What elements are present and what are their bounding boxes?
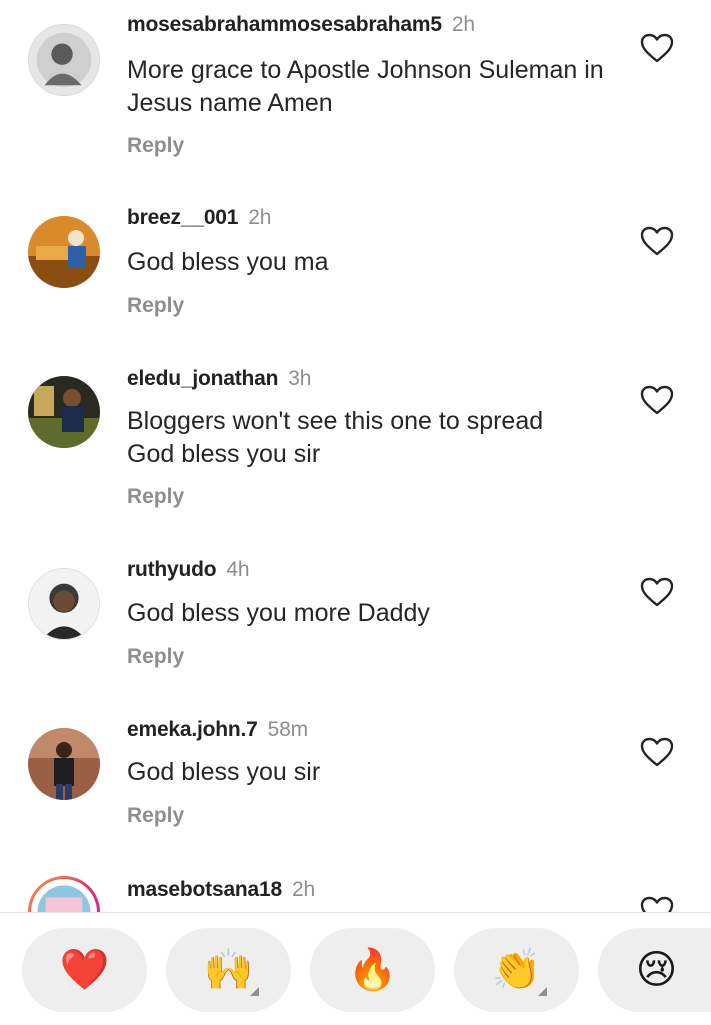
comment-username[interactable]: emeka.john.7 58m <box>127 718 308 742</box>
avatar[interactable] <box>28 876 100 912</box>
comment-username[interactable]: masebotsana18 2h <box>127 878 315 902</box>
comment-text: Bloggers won't see this one to spread Go… <box>127 407 544 468</box>
avatar[interactable] <box>28 568 100 640</box>
reaction-fire-button[interactable]: 🔥 <box>310 928 435 1012</box>
avatar[interactable] <box>28 24 100 96</box>
red-heart-icon: ❤️ <box>59 948 110 992</box>
avatar[interactable] <box>28 216 100 288</box>
reply-button[interactable]: Reply <box>127 804 184 828</box>
like-heart-icon[interactable] <box>640 737 674 767</box>
reply-button[interactable]: Reply <box>127 645 184 669</box>
reaction-clapping-hands-button[interactable]: 👏 <box>454 928 579 1012</box>
quick-reaction-bar: ❤️ 🙌 🔥 👏 😢 <box>0 912 711 1025</box>
comment-time: 2h <box>291 878 315 901</box>
comments-list: mosesabrahammosesabraham5 2h More grace t… <box>0 0 711 912</box>
reply-button[interactable]: Reply <box>127 134 184 158</box>
comment-time: 4h <box>226 558 250 581</box>
comment-text: More grace to Apostle Johnson Suleman in… <box>127 56 604 117</box>
like-heart-icon[interactable] <box>640 896 674 912</box>
reaction-red-heart-button[interactable]: ❤️ <box>22 928 147 1012</box>
like-heart-icon[interactable] <box>640 33 674 63</box>
reaction-crying-face-button[interactable]: 😢 <box>598 928 711 1012</box>
comment-text: God bless you ma <box>127 248 329 276</box>
comment-time: 2h <box>248 206 272 229</box>
comment-text: God bless you sir <box>127 758 321 786</box>
comment-time: 3h <box>288 367 312 390</box>
like-heart-icon[interactable] <box>640 385 674 415</box>
comment-text: God bless you more Daddy <box>127 599 430 627</box>
comment-username[interactable]: breez__001 2h <box>127 206 271 230</box>
reply-button[interactable]: Reply <box>127 485 184 509</box>
raising-hands-icon: 🙌 <box>203 948 254 992</box>
comment-time: 2h <box>451 13 475 36</box>
comment-time: 58m <box>267 718 308 741</box>
reply-button[interactable]: Reply <box>127 294 184 318</box>
avatar[interactable] <box>28 376 100 448</box>
reaction-raising-hands-button[interactable]: 🙌 <box>166 928 291 1012</box>
comment-username[interactable]: eledu_jonathan 3h <box>127 367 311 391</box>
crying-face-icon: 😢 <box>635 948 678 992</box>
like-heart-icon[interactable] <box>640 226 674 256</box>
clapping-hands-icon: 👏 <box>491 948 542 992</box>
avatar[interactable] <box>28 728 100 800</box>
more-variants-indicator <box>538 987 547 996</box>
more-variants-indicator <box>250 987 259 996</box>
like-heart-icon[interactable] <box>640 577 674 607</box>
comment-username[interactable]: mosesabrahammosesabraham5 2h <box>127 13 475 37</box>
comment-username[interactable]: ruthyudo 4h <box>127 558 250 582</box>
fire-icon: 🔥 <box>347 948 398 992</box>
